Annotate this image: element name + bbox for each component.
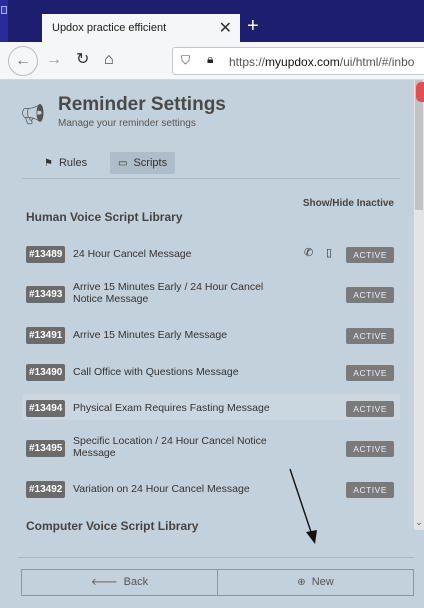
- script-row[interactable]: #13490 Call Office with Questions Messag…: [22, 358, 400, 384]
- active-status-button[interactable]: ACTIVE: [346, 287, 394, 303]
- shield-icon[interactable]: ⛉: [181, 53, 190, 68]
- active-status-button[interactable]: ACTIVE: [346, 365, 394, 381]
- plus-circle-icon: ⊕: [297, 577, 306, 588]
- url-text[interactable]: https://myupdox.com/ui/html/#/inbo: [229, 55, 414, 69]
- browser-titlebar: Updox practice efficient ✕ +: [0, 0, 424, 42]
- computer-voice-library-heading: Computer Voice Script Library: [26, 519, 199, 533]
- lock-icon[interactable]: 🔒︎: [207, 52, 213, 67]
- script-id-badge: #13492: [26, 481, 66, 498]
- url-bar[interactable]: ⛉ 🔒︎ https://myupdox.com/ui/html/#/inbo: [172, 47, 424, 75]
- browser-navbar: ← → ↻ ⌂ ⛉ 🔒︎ https://myupdox.com/ui/html…: [0, 42, 424, 80]
- arrow-left-icon: 🡐: [90, 577, 118, 588]
- scroll-down-icon[interactable]: ⌄: [414, 517, 424, 528]
- page-edge: [414, 530, 424, 608]
- script-name[interactable]: 24 Hour Cancel Message: [73, 248, 191, 260]
- page-scrollbar[interactable]: ⌄: [414, 80, 424, 530]
- script-id-badge: #13494: [26, 400, 66, 417]
- human-voice-library-heading: Human Voice Script Library: [26, 210, 183, 224]
- new-button[interactable]: ⊕ New: [217, 569, 414, 596]
- script-icon: ▭: [118, 158, 128, 169]
- active-status-button[interactable]: ACTIVE: [346, 247, 394, 263]
- script-row[interactable]: #13491 Arrive 15 Minutes Early Message A…: [22, 321, 400, 347]
- script-name[interactable]: Arrive 15 Minutes Early Message: [73, 329, 227, 341]
- phone-icon[interactable]: ✆: [304, 246, 313, 259]
- megaphone-icon: 📢︎: [20, 104, 46, 126]
- script-id-badge: #13495: [26, 440, 66, 457]
- browser-tab[interactable]: Updox practice efficient ✕: [42, 14, 240, 42]
- script-name[interactable]: Physical Exam Requires Fasting Message: [73, 402, 270, 414]
- show-hide-inactive-link[interactable]: Show/Hide Inactive: [303, 198, 394, 209]
- script-id-badge: #13491: [26, 327, 66, 344]
- tab-rules[interactable]: ⚑ Rules: [36, 152, 95, 174]
- divider: [22, 178, 400, 179]
- reload-icon[interactable]: ↻: [76, 49, 89, 71]
- page-title: Reminder Settings: [58, 94, 226, 115]
- notification-tab[interactable]: [416, 82, 424, 102]
- script-row[interactable]: #13492 Variation on 24 Hour Cancel Messa…: [22, 475, 400, 501]
- close-tab-icon[interactable]: ✕: [219, 18, 232, 38]
- active-status-button[interactable]: ACTIVE: [346, 328, 394, 344]
- script-row[interactable]: #13494 Physical Exam Requires Fasting Me…: [22, 394, 400, 420]
- active-status-button[interactable]: ACTIVE: [346, 441, 394, 457]
- tab-scripts[interactable]: ▭ Scripts: [110, 152, 176, 174]
- active-status-button[interactable]: ACTIVE: [346, 401, 394, 417]
- browser-tab-title: Updox practice efficient: [52, 22, 167, 34]
- script-name[interactable]: Call Office with Questions Message: [73, 366, 239, 378]
- script-row[interactable]: #13489 24 Hour Cancel Message ✆ ▯ ACTIVE: [22, 240, 400, 266]
- script-name[interactable]: Variation on 24 Hour Cancel Message: [73, 483, 250, 495]
- page-subtitle: Manage your reminder settings: [58, 118, 196, 129]
- flag-icon: ⚑: [44, 158, 53, 169]
- window-edge: [0, 0, 8, 42]
- new-tab-button[interactable]: +: [247, 14, 259, 38]
- script-row[interactable]: #13493 Arrive 15 Minutes Early / 24 Hour…: [22, 276, 400, 312]
- active-status-button[interactable]: ACTIVE: [346, 482, 394, 498]
- home-icon[interactable]: ⌂: [104, 49, 114, 71]
- script-id-badge: #13489: [26, 246, 66, 263]
- script-name[interactable]: Specific Location / 24 Hour Cancel Notic…: [73, 435, 283, 459]
- reminder-settings-page: 📢︎ Reminder Settings Manage your reminde…: [8, 80, 414, 608]
- forward-arrow-icon[interactable]: →: [46, 49, 62, 71]
- mobile-icon[interactable]: ▯: [326, 246, 332, 259]
- back-button[interactable]: 🡐 Back: [21, 569, 218, 596]
- script-row[interactable]: #13495 Specific Location / 24 Hour Cance…: [22, 430, 400, 466]
- back-arrow-icon[interactable]: ←: [8, 46, 38, 76]
- script-id-badge: #13493: [26, 286, 66, 303]
- footer-divider: [18, 557, 414, 558]
- script-id-badge: #13490: [26, 364, 66, 381]
- script-name[interactable]: Arrive 15 Minutes Early / 24 Hour Cancel…: [73, 281, 283, 305]
